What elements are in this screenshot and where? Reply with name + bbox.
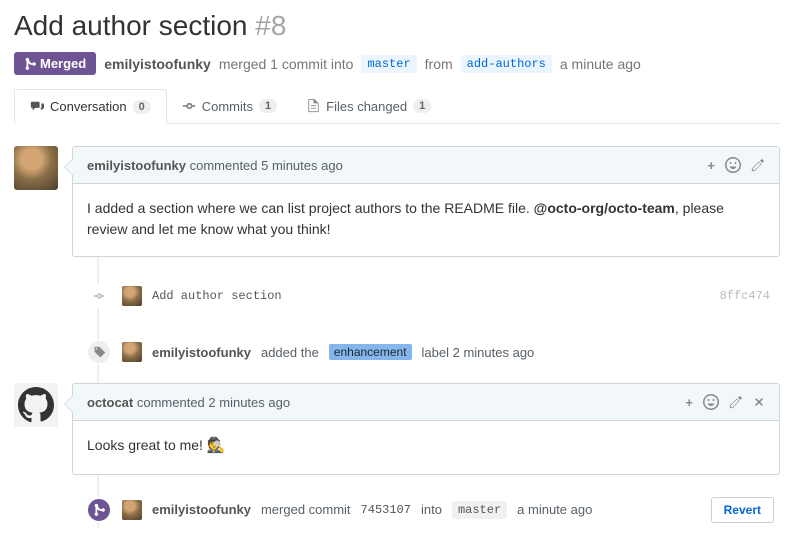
tab-files-changed[interactable]: Files changed 1	[292, 90, 446, 123]
base-branch[interactable]: master	[361, 55, 416, 73]
pr-tabs: Conversation 0 Commits 1 Files changed 1	[14, 89, 780, 124]
label-event-verb: added the	[261, 345, 319, 360]
timeline-commit: Add author section 8ffc474	[72, 273, 780, 319]
commit-message[interactable]: Add author section	[152, 289, 282, 303]
detective-emoji: 🕵️	[207, 437, 226, 454]
tab-commits-label: Commits	[202, 99, 253, 114]
pr-number: #8	[255, 10, 286, 41]
avatar-emilyistoofunky[interactable]	[14, 146, 58, 190]
tab-commits-count: 1	[259, 99, 277, 113]
label-event-author[interactable]: emilyistoofunky	[152, 345, 251, 360]
comment-1-header: emilyistoofunky commented 5 minutes ago …	[73, 147, 779, 184]
add-reaction-plus[interactable]: +	[707, 158, 715, 173]
comment-2-body: Looks great to me! 🕵️	[73, 421, 779, 474]
add-reaction-plus-2[interactable]: +	[685, 395, 693, 410]
pr-meta-row: Merged emilyistoofunky merged 1 commit i…	[14, 52, 780, 75]
state-badge-merged: Merged	[14, 52, 96, 75]
octocat-icon	[18, 387, 54, 423]
comment-2-author[interactable]: octocat	[87, 395, 133, 410]
comment-1-time: 5 minutes ago	[261, 158, 343, 173]
comment-2-body-text: Looks great to me!	[87, 437, 207, 453]
commit-sha[interactable]: 8ffc474	[720, 289, 770, 303]
meta-actor[interactable]: emilyistoofunky	[104, 56, 211, 72]
comment-2-time: 2 minutes ago	[208, 395, 290, 410]
git-merge-icon	[24, 57, 36, 71]
close-icon[interactable]	[753, 396, 765, 408]
merge-event-author[interactable]: emilyistoofunky	[152, 502, 251, 517]
comment-1-body-pre: I added a section where we can list proj…	[87, 200, 534, 216]
comment-discussion-icon	[30, 100, 44, 114]
merge-badge-icon	[86, 497, 112, 523]
state-label: Merged	[40, 56, 86, 71]
meta-from: from	[425, 56, 453, 72]
label-enhancement[interactable]: enhancement	[329, 344, 412, 360]
pencil-icon[interactable]	[751, 158, 765, 172]
tab-files-count: 1	[413, 99, 431, 113]
avatar-octocat[interactable]	[14, 383, 58, 427]
file-diff-icon	[307, 99, 320, 113]
comment-1-author[interactable]: emilyistoofunky	[87, 158, 186, 173]
merge-event-time: a minute ago	[517, 502, 592, 517]
tab-commits[interactable]: Commits 1	[167, 90, 292, 123]
meta-time: a minute ago	[560, 56, 641, 72]
comment-1-mention[interactable]: @octo-org/octo-team	[534, 200, 675, 216]
comment-2: octocat commented 2 minutes ago + Looks …	[14, 383, 780, 475]
tab-conversation[interactable]: Conversation 0	[14, 89, 167, 124]
comment-1: emilyistoofunky commented 5 minutes ago …	[14, 146, 780, 257]
tab-files-label: Files changed	[326, 99, 407, 114]
pr-title: Add author section #8	[14, 10, 780, 42]
comment-2-header: octocat commented 2 minutes ago +	[73, 384, 779, 421]
merge-event-sha[interactable]: 7453107	[361, 503, 411, 517]
merge-event-into: into	[421, 502, 442, 517]
pencil-icon[interactable]	[729, 395, 743, 409]
git-commit-icon	[182, 99, 196, 113]
comment-1-body: I added a section where we can list proj…	[73, 184, 779, 256]
revert-button[interactable]: Revert	[711, 497, 774, 523]
avatar-small-emily-2[interactable]	[122, 342, 142, 362]
commit-node-icon	[86, 283, 112, 309]
pr-title-text: Add author section	[14, 10, 248, 41]
timeline-label-event: emilyistoofunky added the enhancement la…	[72, 333, 780, 371]
meta-verb: merged 1 commit into	[219, 56, 354, 72]
tab-conversation-label: Conversation	[50, 99, 127, 114]
merge-event-verb: merged commit	[261, 502, 351, 517]
head-branch[interactable]: add-authors	[461, 55, 552, 73]
smiley-icon[interactable]	[703, 394, 719, 410]
smiley-icon[interactable]	[725, 157, 741, 173]
tab-conversation-count: 0	[133, 100, 151, 114]
merge-event-branch[interactable]: master	[452, 501, 507, 519]
comment-1-verb: commented	[190, 158, 258, 173]
avatar-small-emily[interactable]	[122, 286, 142, 306]
label-event-time: label 2 minutes ago	[422, 345, 535, 360]
tag-icon	[86, 339, 112, 365]
timeline-merge-event: emilyistoofunky merged commit 7453107 in…	[72, 491, 780, 529]
avatar-small-emily-3[interactable]	[122, 500, 142, 520]
comment-2-verb: commented	[137, 395, 205, 410]
